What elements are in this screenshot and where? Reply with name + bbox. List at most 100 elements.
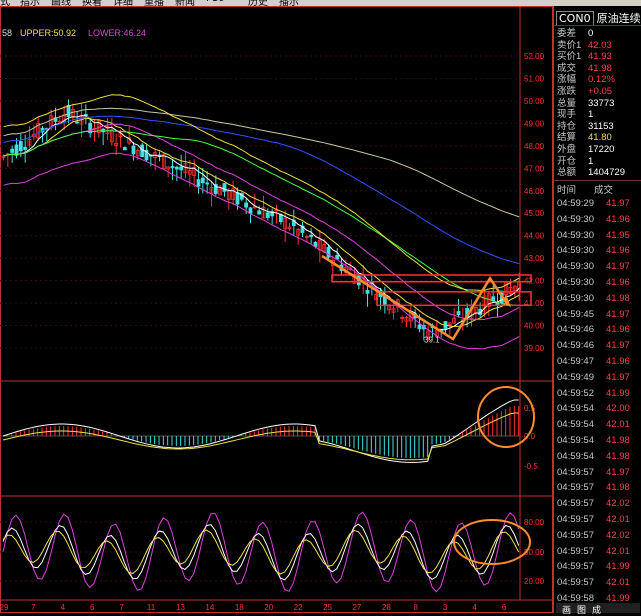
tick-time: 04:59:57	[557, 529, 594, 541]
tick-price: 41.97	[606, 371, 630, 383]
quote-value: 1404729	[588, 167, 625, 179]
candle	[18, 141, 23, 152]
tick-price: 42.01	[606, 577, 630, 589]
quote-row: 委差 0	[554, 28, 641, 39]
candle	[10, 148, 15, 153]
tick-price: 41.97	[606, 466, 630, 478]
quote-value: 0	[588, 28, 594, 39]
tick-price: 41.99	[606, 387, 630, 399]
tick-price: 41.96	[606, 213, 630, 225]
kline-chart[interactable]: 52.00 51.00 50.00 49.00 48.00 47.00 46.00 45.00…	[0, 6, 553, 613]
tick-time: 04:59:46	[557, 324, 594, 336]
quote-row: 结算 41.80	[554, 132, 641, 143]
tick-row: 04:59:54 41.98	[554, 449, 641, 465]
macd-axis-label: -0.5	[524, 462, 538, 471]
tick-price: 41.97	[606, 261, 630, 273]
tick-time: 04:59:54	[557, 419, 594, 431]
candle	[244, 202, 249, 208]
date-axis-label: 22	[294, 603, 303, 612]
tick-row: 04:59:54 42.00	[554, 401, 641, 417]
date-axis-label: 6	[502, 603, 507, 612]
menu-item[interactable]: F10	[206, 0, 224, 4]
bottom-tab[interactable]: 画	[562, 606, 571, 616]
tick-row: 04:59:57 42.01	[554, 512, 641, 528]
tick-price: 41.96	[606, 324, 630, 336]
price-axis-label: 44.00	[524, 232, 545, 241]
tick-time: 04:59:30	[557, 261, 594, 273]
quote-value: 1	[588, 109, 594, 121]
tick-time: 04:59:57	[557, 561, 594, 573]
price-axis-label: 47.00	[524, 164, 545, 173]
date-axis-label: 27	[352, 603, 361, 612]
tick-row: 04:59:30 41.98	[554, 291, 641, 307]
tick-time: 04:59:30	[557, 245, 594, 257]
tick-row: 04:59:57 41.99	[554, 559, 641, 575]
tick-price: 41.98	[606, 292, 630, 304]
tick-row: 04:59:57 41.97	[554, 465, 641, 481]
candle	[131, 145, 136, 155]
quote-row: 总额 1404729	[554, 167, 641, 178]
tick-row: 04:59:29 41.97	[554, 196, 641, 212]
price-axis-label: 41.00	[524, 299, 545, 308]
candle	[174, 166, 179, 170]
ma5-line	[3, 115, 520, 331]
candle	[122, 147, 127, 151]
bottom-tab[interactable]: 成	[592, 606, 601, 616]
divider	[554, 180, 641, 181]
price-axis-label: 43.00	[524, 254, 545, 263]
quote-row: 现手 1	[554, 109, 641, 120]
quote-value: 31153	[588, 120, 614, 132]
quote-label: 总额	[557, 167, 577, 179]
tick-row: 04:59:46 41.97	[554, 338, 641, 354]
tick-price: 41.98	[606, 435, 630, 446]
quote-label: 外盘	[557, 144, 577, 155]
tick-price: 41.97	[606, 198, 630, 209]
tick-row: 04:59:52 41.99	[554, 386, 641, 402]
tick-row: 04:59:47 41.96	[554, 354, 641, 370]
tick-time: 04:59:54	[557, 435, 594, 446]
price-axis-label: 52.00	[524, 52, 545, 61]
candle	[417, 324, 422, 330]
candle	[365, 289, 370, 294]
kline-chart-area[interactable]: 52.00 51.00 50.00 49.00 48.00 47.00 46.00 45.00…	[0, 6, 553, 613]
date-axis-label: 18	[235, 603, 244, 612]
symbol-code[interactable]: CON0	[556, 11, 594, 26]
tick-price: 41.96	[606, 356, 630, 367]
legend-lower: LOWER:46.24	[88, 28, 147, 38]
tick-row: 04:59:57 41.98	[554, 480, 641, 496]
quote-label: 总量	[557, 97, 577, 109]
tick-price: 41.98	[606, 482, 630, 494]
ticks-header: 时间 成交	[554, 182, 641, 196]
quote-label: 买价1	[557, 51, 582, 63]
tick-price: 42.01	[606, 419, 630, 431]
bottom-tab[interactable]: 图	[577, 606, 586, 616]
tick-price: 41.97	[606, 340, 630, 352]
tick-row: 04:59:30 41.96	[554, 243, 641, 259]
legend-mid: 58	[2, 28, 13, 38]
tick-row: 04:59:57 42.02	[554, 528, 641, 544]
quote-row: 卖价1 42.03	[554, 40, 641, 51]
tick-time: 04:59:54	[557, 450, 594, 462]
ma20-line	[3, 123, 520, 321]
quote-panel: CON0 原油连续 委差 0 卖价1 42.03 买价1 41.93 成交 41.98 涨幅 0.1…	[553, 6, 641, 613]
candle	[23, 146, 28, 150]
quote-value: 41.93	[588, 51, 612, 63]
candle	[309, 234, 314, 238]
date-axis-label: 20	[264, 603, 273, 612]
tick-price: 42.01	[606, 514, 630, 525]
candle	[140, 144, 145, 158]
tick-price: 42.02	[606, 498, 630, 510]
quote-value: 1	[588, 155, 594, 167]
date-axis-label: 3	[443, 603, 448, 612]
tick-time: 04:59:47	[557, 356, 594, 367]
quote-label: 涨跌	[557, 86, 577, 97]
tick-time: 04:59:46	[557, 340, 594, 352]
tick-row: 04:59:54 42.01	[554, 417, 641, 433]
date-axis-label: 4	[61, 603, 66, 612]
price-axis-label: 40.00	[524, 322, 545, 331]
symbol-name: 原油连续	[596, 12, 641, 25]
tick-time: 04:59:29	[557, 198, 594, 209]
macd-dif-line	[2, 399, 519, 463]
tick-row: 04:59:30 41.95	[554, 228, 641, 244]
candle	[170, 166, 175, 169]
